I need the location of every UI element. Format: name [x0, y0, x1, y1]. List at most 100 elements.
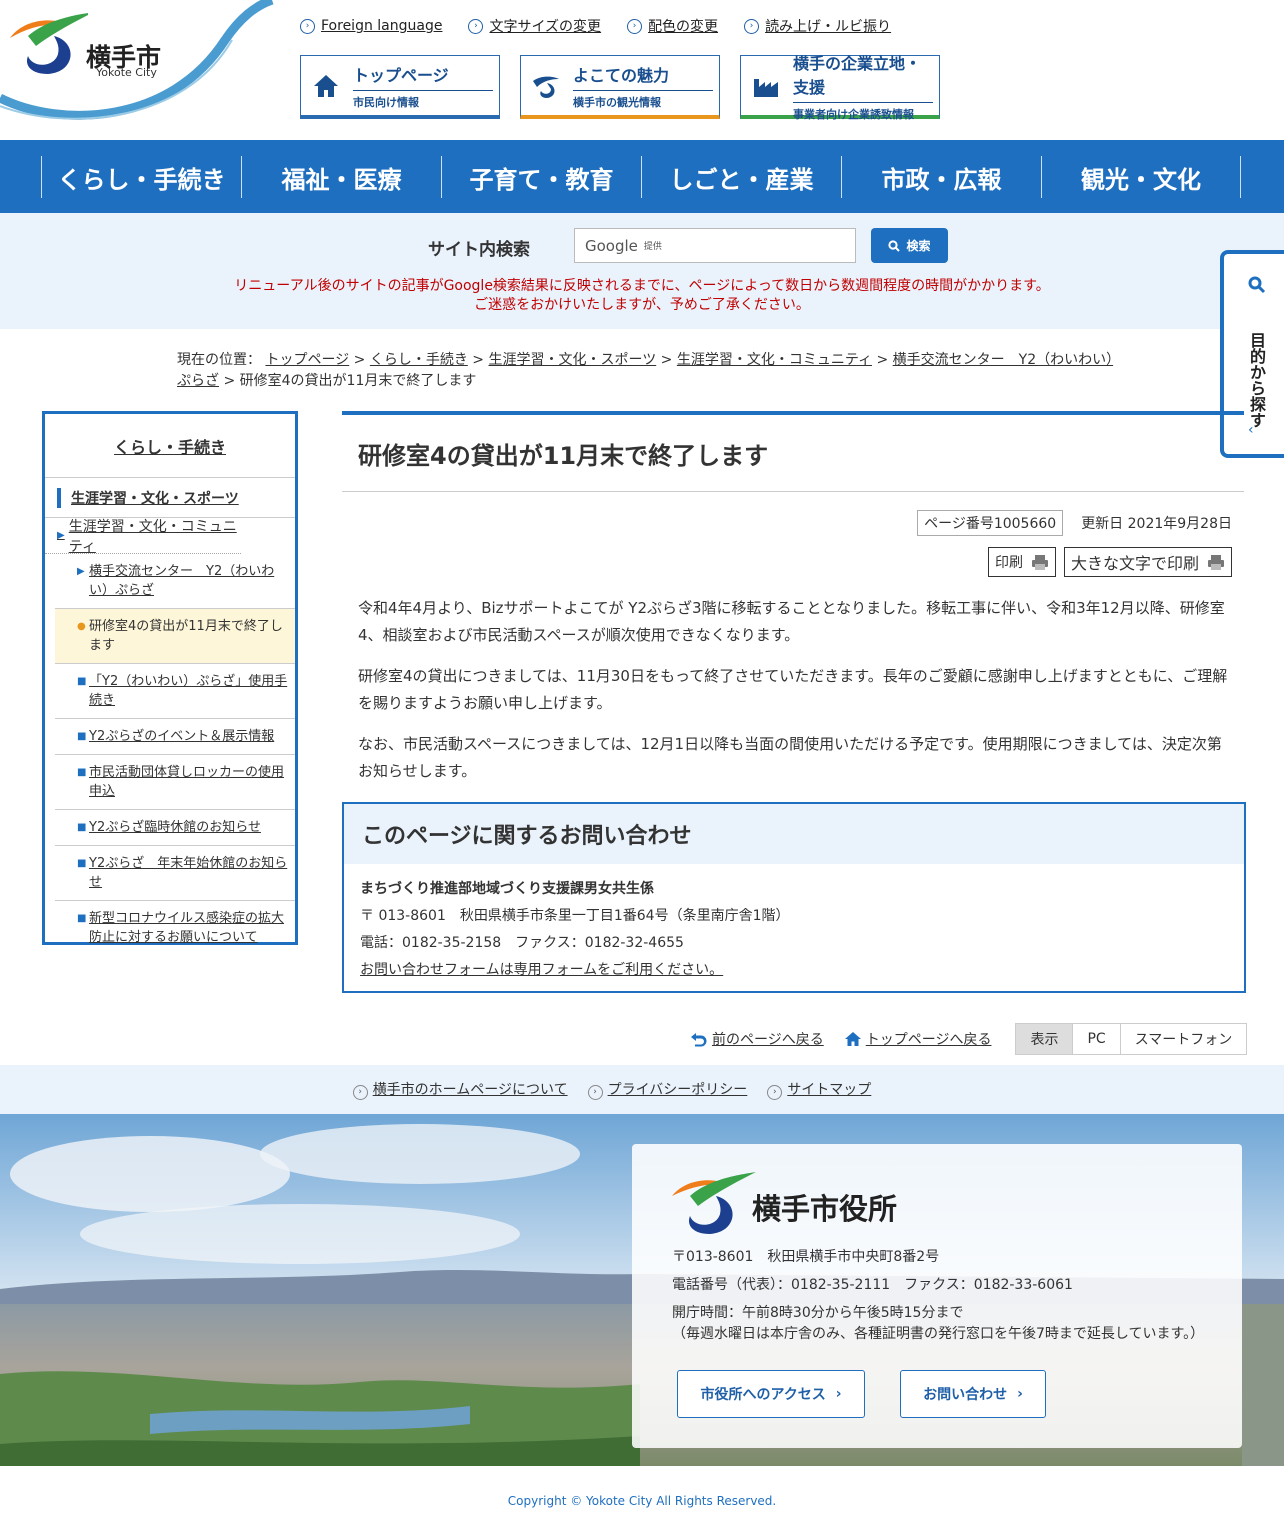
search-label: サイト内検索	[428, 240, 530, 260]
contact-department: まちづくり推進部地域づくり支援課男女共生係	[360, 881, 654, 897]
footer-links: › 横手市のホームページについて › プライバシーポリシー › サイトマップ	[0, 1065, 1284, 1114]
font-size-link[interactable]: › 文字サイズの変更	[468, 16, 601, 36]
chevron-circle-icon: ›	[468, 18, 484, 34]
contact-box: このページに関するお問い合わせ まちづくり推進部地域づくり支援課男女共生係 〒 …	[342, 802, 1246, 993]
search-icon	[1248, 276, 1266, 294]
chevron-circle-icon: ›	[627, 18, 643, 34]
contact-form-link[interactable]: お問い合わせフォームは専用フォームをご利用ください。	[360, 957, 1228, 984]
local-nav-item[interactable]: ▶ 横手交流センター Y2（わいわい）ぷらざ	[55, 554, 295, 609]
breadcrumb-link[interactable]: 生涯学習・文化・スポーツ	[488, 352, 656, 368]
local-nav-item[interactable]: ■ Y2ぷらざのイベント＆展示情報	[55, 719, 295, 755]
local-nav-item[interactable]: ■ Y2ぷらざ臨時休館のお知らせ	[55, 810, 295, 846]
chevron-left-icon: ‹	[1248, 422, 1254, 438]
chevron-circle-icon: ›	[587, 1084, 603, 1100]
local-nav-level2[interactable]: ▶ 生涯学習・文化・コミュニティ	[45, 518, 241, 555]
copyright: Copyright © Yokote City All Rights Reser…	[507, 1494, 777, 1508]
bullet-icon: ■	[77, 767, 87, 778]
read-aloud-link[interactable]: › 読み上げ・ルビ振り	[744, 16, 891, 36]
foreign-language-link[interactable]: › Foreign language	[300, 16, 442, 36]
office-address: 〒013-8601 秋田県横手市中央町8番2号	[672, 1249, 940, 1265]
article-paragraph: 令和4年4月より、Bizサポートよこてが Y2ぷらざ3階に移転することとなりまし…	[358, 599, 1225, 644]
top-page-banner[interactable]: トップページ 市民向け情報	[300, 55, 500, 119]
office-phone: 電話番号（代表）：0182-35-2111 ファクス：0182-33-6061	[672, 1277, 1073, 1293]
printer-icon	[1208, 555, 1224, 570]
chevron-circle-icon: ›	[767, 1084, 783, 1100]
banner-buttons: トップページ 市民向け情報 よこての魅力 横手市の観光情報 横手の企業立地・支援 事業…	[300, 54, 940, 121]
nav-childcare[interactable]: 子育て・教育	[441, 156, 641, 198]
search-input[interactable]: Google 提供	[574, 228, 856, 263]
color-scheme-link[interactable]: › 配色の変更	[627, 16, 718, 36]
print-button[interactable]: 印刷	[987, 547, 1056, 577]
local-nav-item[interactable]: ■ 新型コロナウイルス感染症の拡大防止に対するお願いについて	[55, 901, 295, 955]
print-buttons: 印刷 大きな文字で印刷	[342, 547, 1244, 577]
site-header: 横手市 Yokote City › Foreign language › 文字サイズ…	[0, 0, 1284, 140]
bullet-icon: ■	[77, 676, 87, 687]
tourism-banner[interactable]: よこての魅力 横手市の観光情報	[520, 55, 720, 119]
breadcrumb-link[interactable]: トップページ	[265, 352, 349, 368]
nav-work[interactable]: しごと・産業	[641, 156, 841, 198]
chevron-circle-icon: ›	[300, 18, 315, 34]
factory-icon	[751, 71, 781, 101]
office-hours-note: （毎週水曜日は本庁舎のみ、各種証明書の発行窓口を午後7時まで延長しています。）	[672, 1326, 1205, 1342]
city-office-name: 横手市役所	[752, 1192, 898, 1226]
printer-icon	[1031, 555, 1048, 570]
chevron-circle-icon: ›	[352, 1084, 368, 1100]
business-banner[interactable]: 横手の企業立地・支援 事業者向け企業誘致情報	[740, 54, 940, 121]
bird-icon	[531, 71, 561, 101]
about-site-link[interactable]: › 横手市のホームページについて	[352, 1079, 568, 1100]
contact-button[interactable]: お問い合わせ ›	[900, 1370, 1046, 1418]
bullet-icon: ■	[77, 858, 87, 869]
privacy-policy-link[interactable]: › プライバシーポリシー	[587, 1079, 747, 1100]
sitemap-link[interactable]: › サイトマップ	[767, 1079, 871, 1100]
city-logo-icon[interactable]	[8, 12, 88, 76]
display-mode-switch: 表示 PC スマートフォン	[1015, 1023, 1248, 1055]
display-label: 表示	[1016, 1024, 1073, 1054]
nav-living[interactable]: くらし・手続き	[41, 156, 241, 198]
house-icon	[844, 1032, 861, 1046]
search-button[interactable]: 検索	[871, 228, 948, 263]
bullet-icon: ●	[77, 621, 86, 632]
search-notice: リニューアル後のサイトの記事がGoogle検索結果に反映されるまでに、ページによ…	[234, 278, 1050, 313]
page-navigation: 前のページへ戻る トップページへ戻る 表示 PC スマートフォン	[690, 1023, 1248, 1055]
local-nav-item[interactable]: ■ 市民活動団体貸しロッカーの使用申込	[55, 755, 295, 810]
access-button[interactable]: 市役所へのアクセス ›	[677, 1370, 865, 1418]
breadcrumb-link[interactable]: くらし・手続き	[370, 352, 468, 368]
back-arrow-icon	[691, 1033, 707, 1047]
local-nav: くらし・手続き 生涯学習・文化・スポーツ ▶ 生涯学習・文化・コミュニティ ▶ 横手…	[42, 411, 298, 945]
nav-city-admin[interactable]: 市政・広報	[841, 156, 1041, 198]
bullet-icon: ■	[77, 822, 87, 833]
city-office-card: 横手市役所 〒013-8601 秋田県横手市中央町8番2号 電話番号（代表）：0…	[632, 1144, 1242, 1448]
breadcrumb-link[interactable]: 生涯学習・文化・コミュニティ	[677, 352, 872, 368]
office-hours: 開庁時間：午前8時30分から午後5時15分まで	[672, 1305, 964, 1321]
top-page-link[interactable]: トップページへ戻る	[844, 1029, 991, 1049]
local-nav-item[interactable]: ■ 「Y2（わいわい）ぷらざ」使用手続き	[55, 664, 295, 719]
bullet-icon: ■	[77, 731, 87, 742]
house-icon	[311, 71, 341, 101]
site-search: サイト内検索 Google 提供 検索 リニューアル後のサイトの記事がGoogl…	[0, 213, 1284, 329]
contact-phone: 電話：0182-35-2158 ファクス：0182-32-4655	[360, 935, 684, 951]
print-large-button[interactable]: 大きな文字で印刷	[1063, 547, 1232, 577]
nav-tourism[interactable]: 観光・文化	[1041, 156, 1241, 198]
main-content: 研修室4の貸出が11月末で終了します ページ番号1005660 更新日 2021…	[342, 411, 1244, 785]
back-link[interactable]: 前のページへ戻る	[690, 1029, 824, 1049]
contact-heading: このページに関するお問い合わせ	[344, 804, 1244, 864]
city-name-english: Yokote City	[96, 66, 157, 79]
chevron-right-icon: ›	[835, 1386, 842, 1402]
local-nav-heading[interactable]: くらし・手続き	[45, 414, 295, 478]
city-logo-icon	[672, 1172, 756, 1234]
nav-welfare[interactable]: 福祉・医療	[241, 156, 441, 198]
contact-address: 〒 013-8601 秋田県横手市条里一丁目1番64号（条里南庁舎1階）	[360, 908, 790, 924]
provided-label: 提供	[643, 242, 662, 252]
pc-view-button[interactable]: PC	[1072, 1024, 1119, 1054]
chevron-circle-icon: ›	[744, 18, 760, 34]
local-nav-item-current: ● 研修室4の貸出が11月末で終了します	[55, 609, 295, 664]
article-paragraph: なお、市民活動スペースにつきましては、12月1日以降も当面の間使用いただける予定…	[358, 735, 1222, 780]
updated-date: 更新日 2021年9月28日	[1081, 516, 1232, 532]
local-nav-item[interactable]: ■ Y2ぷらざ 年末年始休館のお知らせ	[55, 846, 295, 901]
triangle-right-icon: ▶	[57, 530, 65, 541]
local-nav-level1[interactable]: 生涯学習・文化・スポーツ	[45, 478, 295, 518]
smartphone-view-button[interactable]: スマートフォン	[1119, 1024, 1247, 1054]
page-meta: ページ番号1005660 更新日 2021年9月28日	[342, 510, 1244, 536]
contact-body: まちづくり推進部地域づくり支援課男女共生係 〒 013-8601 秋田県横手市条…	[344, 864, 1244, 996]
google-logo: Google	[585, 236, 638, 255]
